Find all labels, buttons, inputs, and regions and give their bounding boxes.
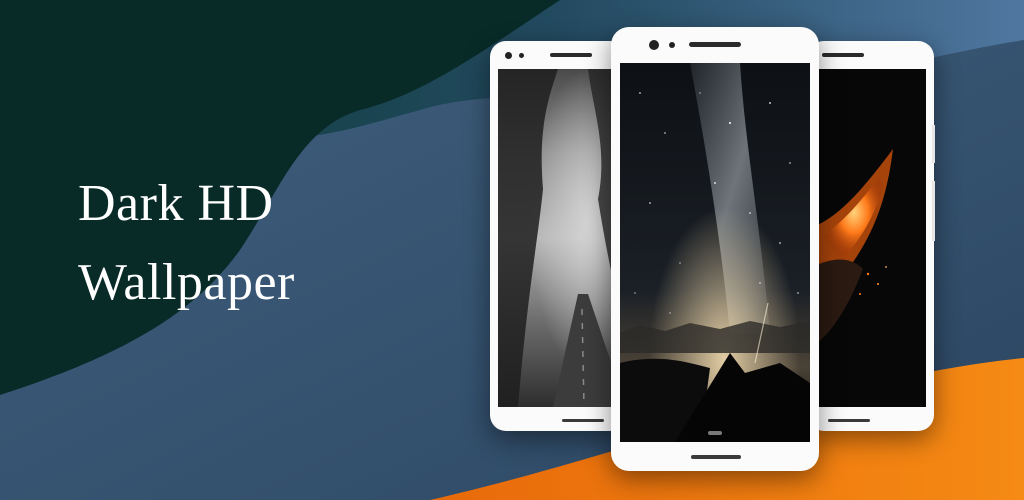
- earpiece-speaker: [689, 42, 741, 47]
- sensor-dot: [669, 42, 675, 48]
- wallpaper-burning-ember: [808, 69, 926, 407]
- phone-center: [611, 27, 819, 471]
- wallpaper-milky-way: [620, 63, 810, 442]
- wallpaper-foggy-forest: [498, 69, 626, 407]
- home-indicator: [828, 419, 870, 422]
- home-indicator: [562, 419, 604, 422]
- banner-title-line1: Dark HD: [78, 175, 274, 232]
- earpiece-speaker: [822, 53, 864, 57]
- camera-dot: [649, 40, 659, 50]
- earpiece-speaker: [550, 53, 592, 57]
- power-button: [932, 125, 935, 163]
- volume-button: [932, 181, 935, 241]
- home-indicator: [691, 455, 741, 459]
- promo-banner: Dark HD Wallpaper: [0, 0, 1024, 500]
- camera-dot: [505, 52, 512, 59]
- phone-right: [808, 41, 935, 431]
- screen-nav-pill: [708, 431, 722, 435]
- phone-left: [490, 41, 626, 431]
- sensor-dot: [519, 53, 524, 58]
- banner-title-line2: Wallpaper: [78, 254, 295, 311]
